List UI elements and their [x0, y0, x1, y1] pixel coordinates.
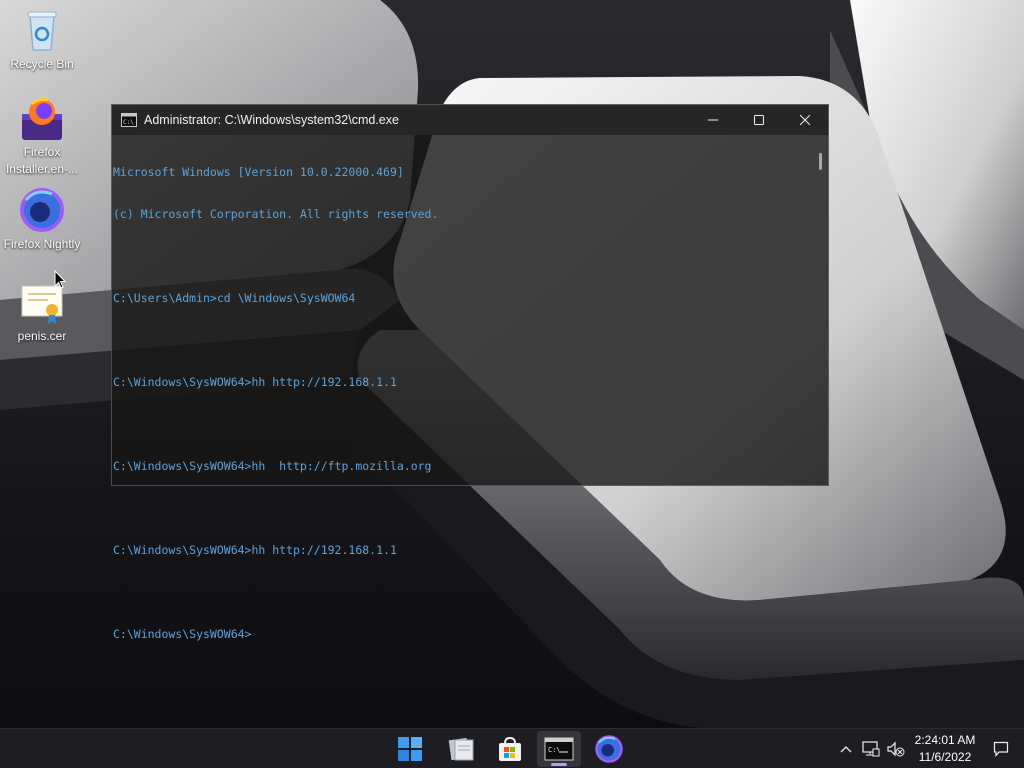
show-hidden-icons-button[interactable] [838, 737, 854, 761]
cmd-window[interactable]: C:\ Administrator: C:\Windows\system32\c… [111, 104, 829, 641]
clock-date: 11/6/2022 [918, 750, 972, 764]
start-button[interactable] [388, 731, 432, 767]
recycle-bin-icon [27, 11, 57, 51]
taskbar-file-explorer[interactable] [440, 731, 484, 767]
svg-text:C:\: C:\ [548, 746, 561, 754]
taskbar: C:\ 2:24:01 AM 11/6/2022 [0, 728, 1024, 768]
firefox-nightly-icon [20, 188, 64, 232]
system-clock[interactable]: 2:24:01 AM 11/6/2022 [908, 732, 982, 766]
console-line: C:\Windows\SysWOW64>hh http://192.168.1.… [113, 543, 397, 557]
minimize-button[interactable] [690, 105, 736, 135]
desktop-icon-firefox-nightly[interactable]: Firefox Nightly [2, 186, 82, 253]
volume-button[interactable] [886, 737, 906, 761]
command-prompt-icon: C:\ [544, 737, 574, 761]
close-button[interactable] [782, 105, 828, 135]
network-icon [862, 741, 880, 757]
console-line: C:\Windows\SysWOW64>hh http://192.168.1.… [113, 375, 397, 389]
console-line: (c) Microsoft Corporation. All rights re… [113, 207, 439, 221]
desktop-icon-certificate[interactable]: penis.cer [2, 278, 82, 345]
firefox-nightly-icon [595, 735, 623, 763]
chevron-up-icon [840, 746, 852, 753]
desktop-icon-label: Firefox Nightly [3, 237, 81, 251]
console-line: C:\Windows\SysWOW64>hh http://ftp.mozill… [113, 459, 432, 473]
file-explorer-icon [448, 737, 474, 761]
minimize-icon [708, 119, 718, 121]
microsoft-store-icon [499, 736, 521, 761]
taskbar-command-prompt[interactable]: C:\ [537, 731, 581, 767]
svg-text:C:\: C:\ [123, 119, 134, 126]
start-icon [398, 737, 422, 761]
desktop-icon-firefox-installer[interactable]: Firefox Installer.en-... [2, 94, 82, 178]
notification-icon [993, 741, 1009, 757]
command-prompt-icon: C:\ [121, 113, 137, 127]
mouse-cursor-icon [54, 270, 66, 289]
maximize-icon [754, 115, 764, 125]
maximize-button[interactable] [736, 105, 782, 135]
desktop-icon-label: Recycle Bin [10, 57, 74, 71]
taskbar-firefox-nightly[interactable] [587, 731, 631, 767]
desktop-icon-label: Firefox Installer.en-... [5, 145, 79, 176]
notification-center-button[interactable] [990, 737, 1012, 761]
scrollbar-thumb[interactable] [819, 153, 822, 170]
active-indicator [551, 763, 567, 766]
taskbar-microsoft-store[interactable] [488, 731, 532, 767]
network-button[interactable] [861, 737, 881, 761]
clock-time: 2:24:01 AM [914, 733, 976, 747]
firefox-installer-icon [22, 98, 62, 140]
desktop-icon-recycle-bin[interactable]: Recycle Bin [2, 6, 82, 73]
console-line: Microsoft Windows [Version 10.0.22000.46… [113, 165, 404, 179]
console-prompt[interactable]: C:\Windows\SysWOW64> [113, 627, 814, 641]
desktop-icon-label: penis.cer [17, 329, 67, 343]
window-titlebar[interactable]: C:\ Administrator: C:\Windows\system32\c… [112, 105, 828, 135]
console-output[interactable]: Microsoft Windows [Version 10.0.22000.46… [113, 136, 814, 641]
volume-muted-icon [887, 741, 905, 757]
window-title: Administrator: C:\Windows\system32\cmd.e… [144, 113, 399, 127]
close-icon [800, 115, 810, 125]
console-line: C:\Users\Admin>cd \Windows\SysWOW64 [113, 291, 356, 305]
